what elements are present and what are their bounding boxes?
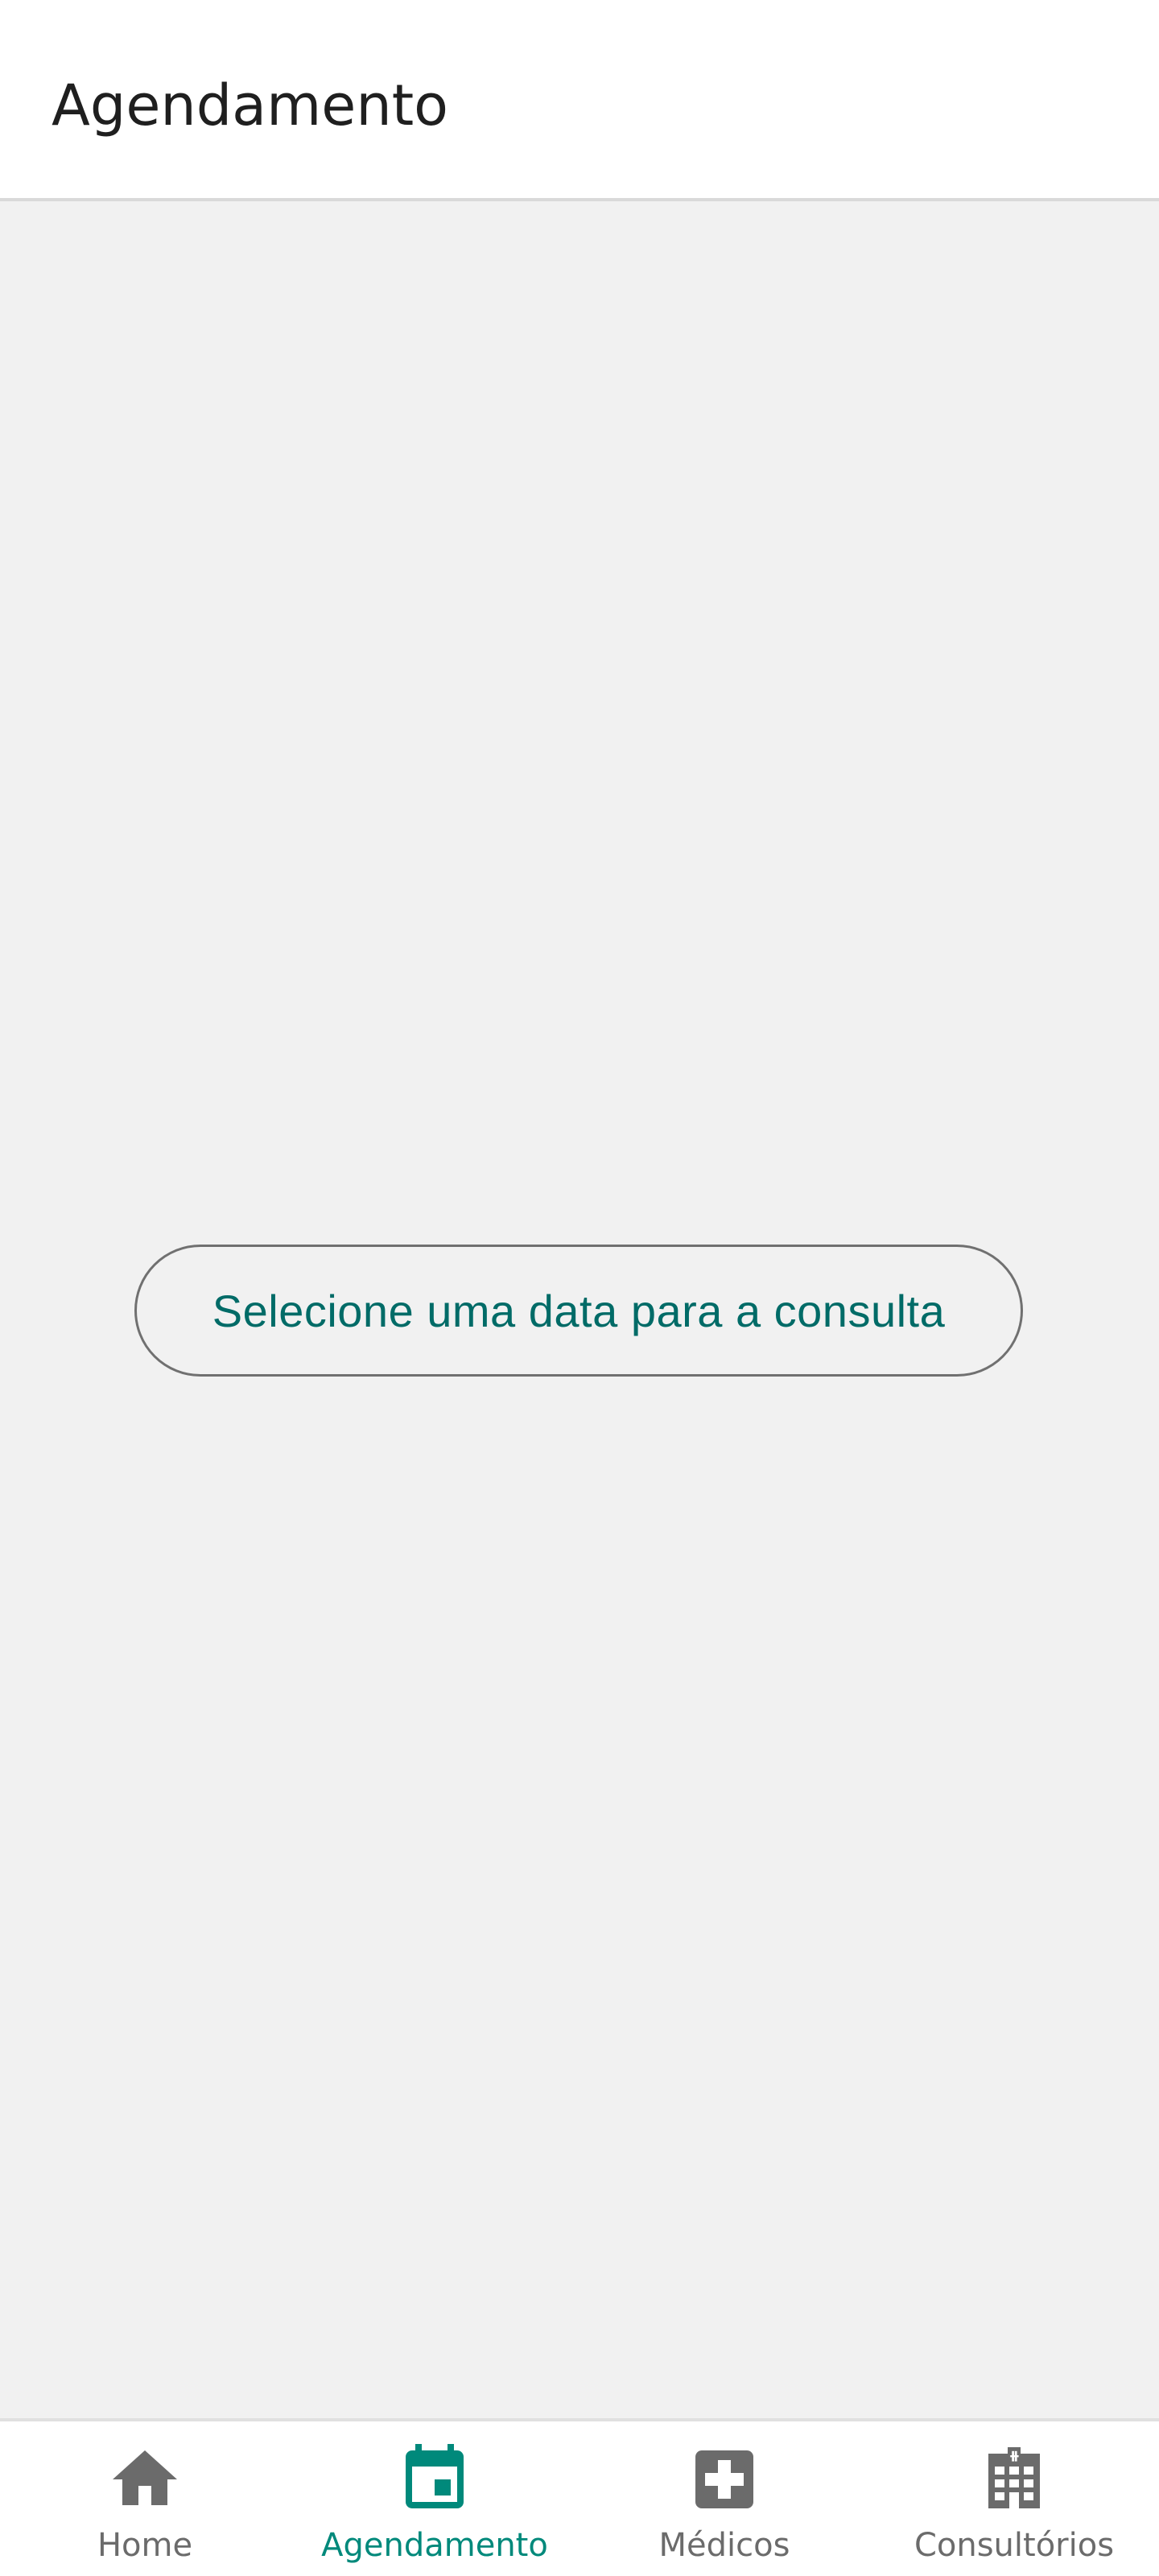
nav-item-label: Consultórios: [914, 2527, 1115, 2564]
hospital-building-icon: [975, 2441, 1053, 2518]
nav-item-label: Home: [97, 2527, 193, 2564]
main-content: Selecione uma data para a consulta: [0, 201, 1159, 2418]
calendar-icon: [396, 2441, 473, 2518]
medical-cross-icon: [686, 2441, 763, 2518]
nav-item-label: Agendamento: [321, 2527, 548, 2564]
select-date-button[interactable]: Selecione uma data para a consulta: [134, 1245, 1023, 1377]
nav-item-label: Médicos: [658, 2527, 790, 2564]
page-title: Agendamento: [52, 72, 448, 138]
nav-item-consultorios[interactable]: Consultórios: [869, 2421, 1159, 2576]
nav-item-medicos[interactable]: Médicos: [580, 2421, 869, 2576]
nav-item-agendamento[interactable]: Agendamento: [290, 2421, 580, 2576]
nav-item-home[interactable]: Home: [0, 2421, 290, 2576]
app-header: Agendamento: [0, 0, 1159, 201]
app-screen: Agendamento Selecione uma data para a co…: [0, 0, 1159, 2576]
home-icon: [106, 2441, 184, 2518]
select-date-button-label: Selecione uma data para a consulta: [212, 1285, 946, 1336]
bottom-navigation: Home Agendamento Médicos Consultórios: [0, 2418, 1159, 2576]
